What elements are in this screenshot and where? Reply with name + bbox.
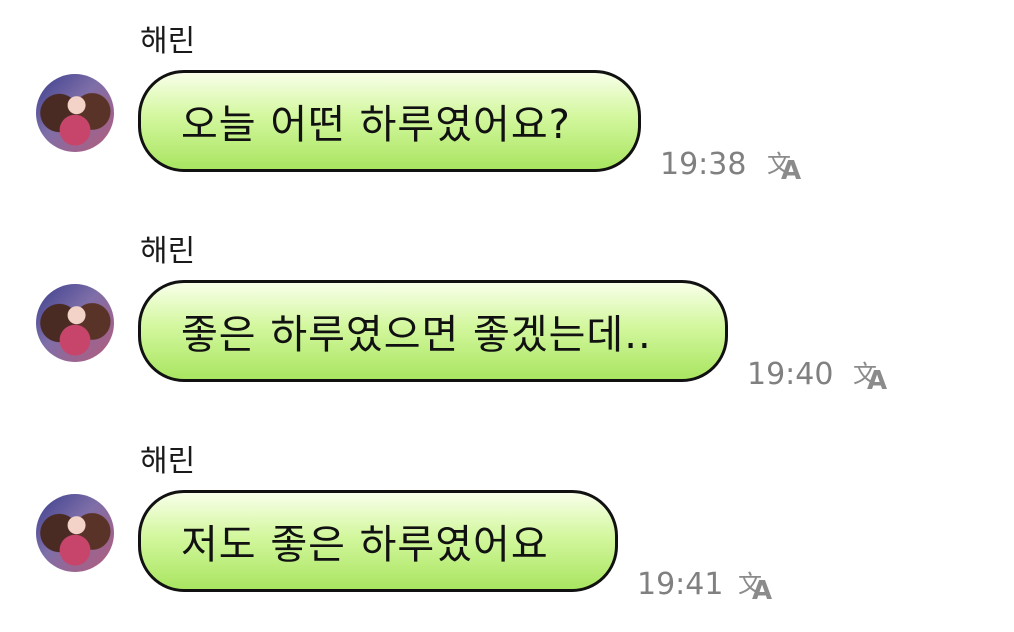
- message-row: 해린 저도 좋은 하루였어요 19:41 文A: [0, 442, 1014, 632]
- avatar[interactable]: [36, 74, 114, 152]
- translate-icon[interactable]: 文A: [738, 566, 778, 606]
- message-bubble[interactable]: 저도 좋은 하루였어요: [138, 490, 618, 592]
- message-time: 19:40: [747, 357, 834, 392]
- avatar[interactable]: [36, 284, 114, 362]
- message-row: 해린 좋은 하루였으면 좋겠는데.. 19:40 文A: [0, 232, 1014, 422]
- avatar[interactable]: [36, 494, 114, 572]
- sender-name: 해린: [140, 24, 196, 59]
- message-text: 오늘 어떤 하루였어요?: [181, 102, 571, 148]
- translate-icon[interactable]: 文A: [767, 146, 807, 186]
- sender-name: 해린: [140, 234, 196, 269]
- message-text: 저도 좋은 하루였어요: [181, 522, 549, 568]
- message-bubble[interactable]: 좋은 하루였으면 좋겠는데..: [138, 280, 728, 382]
- message-bubble[interactable]: 오늘 어떤 하루였어요?: [138, 70, 641, 172]
- translate-icon[interactable]: 文A: [853, 356, 893, 396]
- message-row: 해린 오늘 어떤 하루였어요? 19:38 文A: [0, 22, 1014, 212]
- sender-name: 해린: [140, 444, 196, 479]
- message-text: 좋은 하루였으면 좋겠는데..: [181, 312, 652, 358]
- message-time: 19:38: [660, 147, 747, 182]
- message-time: 19:41: [637, 567, 724, 602]
